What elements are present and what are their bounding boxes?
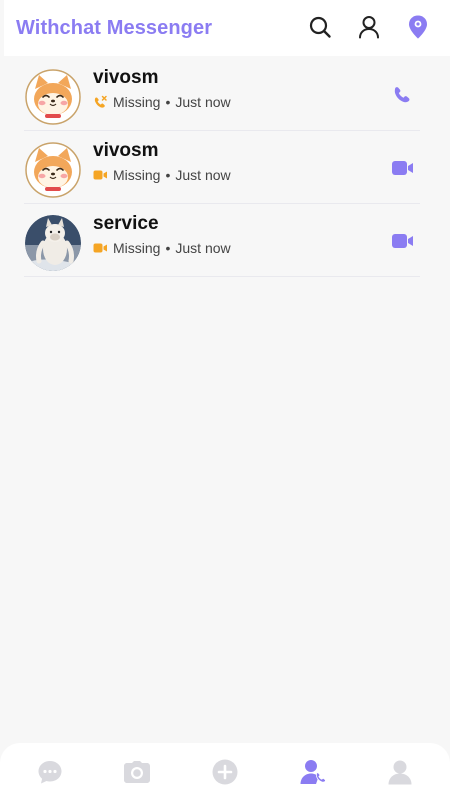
app-header: Withchat Messenger [4,0,450,56]
call-time: Just now [175,167,231,183]
separator: • [165,240,171,256]
add-icon[interactable] [205,752,245,792]
call-status: Missing [113,240,161,256]
app-title: Withchat Messenger [16,16,213,39]
avatar[interactable] [25,142,81,198]
call-meta: Missing • Just now [93,94,231,110]
missed-video-icon [93,168,108,183]
missed-video-icon [93,241,108,256]
header-actions [308,14,430,40]
call-time: Just now [175,94,231,110]
person-icon[interactable] [357,14,381,40]
profile-icon[interactable] [380,752,420,792]
call-row[interactable]: service Missing • Just now [24,204,420,277]
camera-icon[interactable] [117,752,157,792]
contact-name: service [93,213,159,234]
search-icon[interactable] [308,14,332,40]
chat-icon[interactable] [30,752,70,792]
missed-call-icon [93,95,108,110]
location-pin-icon[interactable] [406,14,430,40]
video-camera-icon[interactable] [390,228,416,254]
contact-name: vivosm [93,140,159,161]
calls-icon[interactable] [293,752,333,792]
avatar[interactable] [25,215,81,271]
call-time: Just now [175,240,231,256]
call-row[interactable]: vivosm Missing • Just now [24,58,420,131]
call-status: Missing [113,167,161,183]
avatar[interactable] [25,69,81,125]
call-meta: Missing • Just now [93,240,231,256]
video-camera-icon[interactable] [390,155,416,181]
call-row[interactable]: vivosm Missing • Just now [24,131,420,204]
bottom-navigation [0,743,450,800]
separator: • [165,94,171,110]
call-meta: Missing • Just now [93,167,231,183]
call-status: Missing [113,94,161,110]
phone-icon[interactable] [390,82,416,108]
separator: • [165,167,171,183]
contact-name: vivosm [93,67,159,88]
call-history-list: vivosm Missing • Just now vivosm Missing… [24,58,420,277]
